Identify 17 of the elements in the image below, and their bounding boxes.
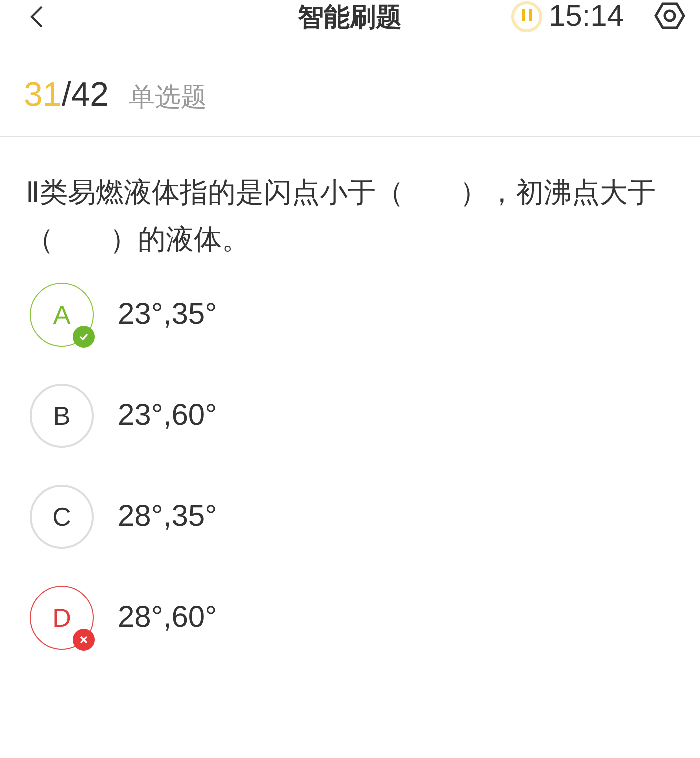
option-text: 23°,60° — [118, 399, 218, 433]
option-text: 23°,35° — [118, 298, 218, 332]
option-button[interactable]: C — [30, 485, 94, 549]
timer-text: 15:14 — [548, 5, 624, 29]
option-button[interactable]: D — [30, 586, 94, 650]
question-text: Ⅱ类易燃液体指的是闪点小于（ ），初沸点大于（ ）的液体。 — [25, 176, 657, 257]
question-total: /42 — [62, 76, 110, 115]
question-current: 31 — [24, 76, 62, 115]
option-button[interactable]: B — [30, 384, 94, 448]
cross-icon — [73, 629, 95, 651]
option-text: 28°,60° — [118, 601, 218, 635]
back-button[interactable] — [30, 6, 44, 28]
page-title: 智能刷题 — [298, 2, 402, 32]
settings-button[interactable] — [654, 2, 686, 32]
option-text: 28°,35° — [118, 500, 218, 534]
question-type: 单选题 — [129, 81, 208, 114]
check-icon — [73, 326, 95, 348]
